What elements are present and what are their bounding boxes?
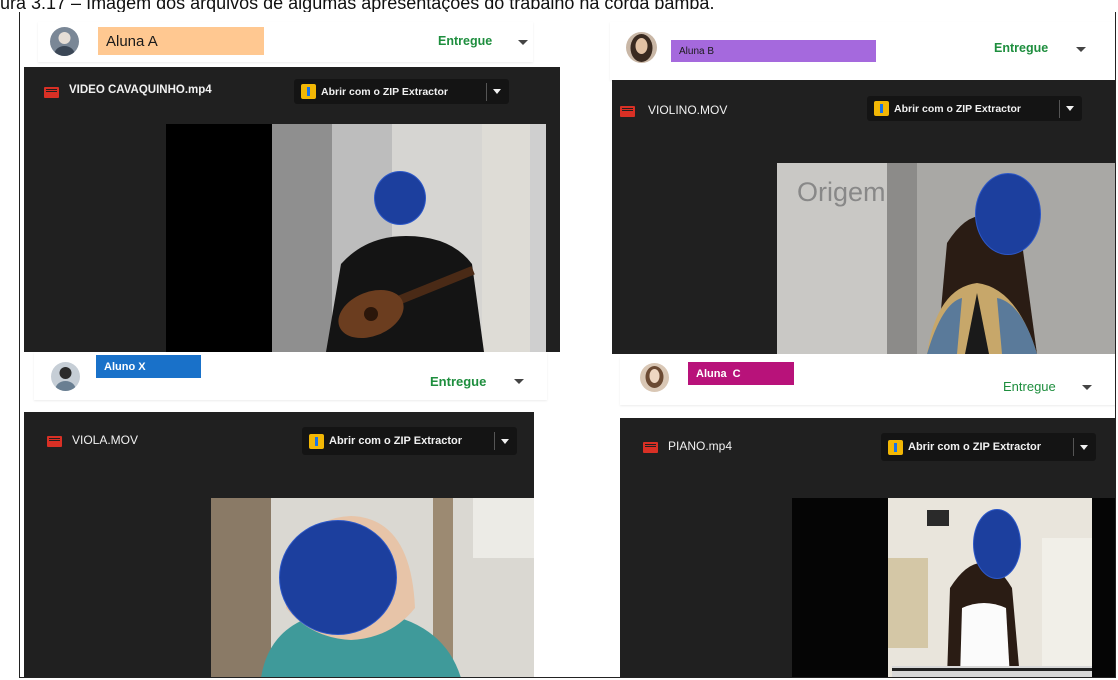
- video-preview[interactable]: [166, 124, 546, 352]
- chevron-down-icon[interactable]: [1066, 106, 1074, 111]
- file-viewer: PIANO.mp4 Abrir com o ZIP Extractor: [620, 418, 1115, 677]
- zip-extractor-icon: [888, 439, 903, 455]
- avatar[interactable]: [51, 362, 80, 391]
- submission-header: Aluna A Entregue: [38, 22, 533, 62]
- file-name: VIOLA.MOV: [72, 433, 139, 447]
- chevron-down-icon[interactable]: [1080, 444, 1088, 450]
- open-with-zip-extractor-button[interactable]: Abrir com o ZIP Extractor: [302, 427, 517, 455]
- chevron-down-icon[interactable]: [501, 438, 509, 444]
- submission-card-aluna-a: Aluna A Entregue VIDEO CAVAQUINHO.mp4 Ab…: [20, 12, 560, 352]
- face-blur: [973, 509, 1021, 579]
- video-file-icon: [44, 87, 59, 98]
- open-with-zip-extractor-button[interactable]: Abrir com o ZIP Extractor: [867, 96, 1082, 121]
- open-with-label: Abrir com o ZIP Extractor: [321, 85, 449, 98]
- file-viewer: VIOLA.MOV Abrir com o ZIP Extractor: [24, 412, 534, 677]
- face-blur: [279, 520, 397, 635]
- submission-header: Aluna B Entregue: [610, 22, 1115, 80]
- video-preview[interactable]: [792, 498, 1115, 677]
- chevron-down-icon[interactable]: [1082, 385, 1092, 390]
- open-with-zip-extractor-button[interactable]: Abrir com o ZIP Extractor: [881, 433, 1096, 461]
- open-with-label: Abrir com o ZIP Extractor: [894, 102, 1022, 115]
- avatar-icon: [55, 367, 76, 391]
- chevron-down-icon[interactable]: [514, 379, 524, 384]
- divider: [1073, 438, 1074, 456]
- submission-header: Aluna C Entregue: [620, 357, 1115, 405]
- submission-status: Entregue: [994, 41, 1049, 55]
- open-with-label: Abrir com o ZIP Extractor: [329, 435, 463, 447]
- avatar[interactable]: [626, 32, 657, 63]
- submission-card-aluna-c: Aluna C Entregue PIANO.mp4 Abrir com o Z…: [620, 357, 1115, 677]
- face-blur: [975, 173, 1041, 255]
- video-overlay-text: Origem: [797, 177, 886, 207]
- avatar[interactable]: [50, 27, 79, 56]
- video-file-icon: [47, 436, 62, 447]
- avatar-icon: [630, 34, 653, 62]
- open-with-zip-extractor-button[interactable]: Abrir com o ZIP Extractor: [294, 79, 509, 104]
- student-name-tag: Aluna A: [98, 27, 264, 55]
- zip-extractor-icon: [309, 433, 324, 449]
- zip-extractor-icon: [301, 84, 316, 99]
- divider: [486, 82, 487, 101]
- face-blur: [374, 171, 426, 225]
- submission-card-aluno-x: Aluno X Entregue VIOLA.MOV Abrir com o Z…: [20, 352, 560, 677]
- figure-frame: Aluna A Entregue VIDEO CAVAQUINHO.mp4 Ab…: [19, 12, 1116, 678]
- student-name-tag: Aluna C: [688, 362, 794, 385]
- open-with-label: Abrir com o ZIP Extractor: [908, 441, 1042, 453]
- divider: [1059, 99, 1060, 118]
- file-viewer: VIOLINO.MOV Abrir com o ZIP Extractor Or…: [612, 80, 1115, 354]
- video-frame: [272, 124, 546, 352]
- zip-extractor-icon: [874, 101, 889, 116]
- avatar[interactable]: [640, 363, 669, 392]
- chevron-down-icon[interactable]: [493, 89, 501, 94]
- file-name: VIOLINO.MOV: [648, 103, 728, 117]
- video-file-icon: [620, 106, 635, 117]
- submission-status: Entregue: [430, 374, 487, 389]
- chevron-down-icon[interactable]: [1076, 47, 1086, 52]
- file-name: VIDEO CAVAQUINHO.mp4: [69, 84, 212, 96]
- student-name-tag: Aluna B: [671, 40, 876, 62]
- submission-status: Entregue: [1003, 379, 1056, 394]
- video-file-icon: [643, 442, 658, 453]
- divider: [494, 432, 495, 450]
- avatar-icon: [54, 32, 75, 56]
- student-name-tag: Aluno X: [96, 355, 201, 378]
- submission-header: Aluno X Entregue: [34, 352, 547, 400]
- avatar-icon: [645, 366, 664, 388]
- submission-status: Entregue: [438, 34, 493, 48]
- video-preview[interactable]: Origem: [777, 163, 1115, 354]
- video-frame: [888, 498, 1092, 677]
- file-name: PIANO.mp4: [668, 439, 733, 453]
- file-viewer: VIDEO CAVAQUINHO.mp4 Abrir com o ZIP Ext…: [24, 67, 560, 352]
- video-preview[interactable]: [211, 498, 534, 677]
- chevron-down-icon[interactable]: [518, 40, 528, 45]
- submission-card-aluna-b: Aluna B Entregue VIOLINO.MOV Abrir com o…: [610, 12, 1115, 357]
